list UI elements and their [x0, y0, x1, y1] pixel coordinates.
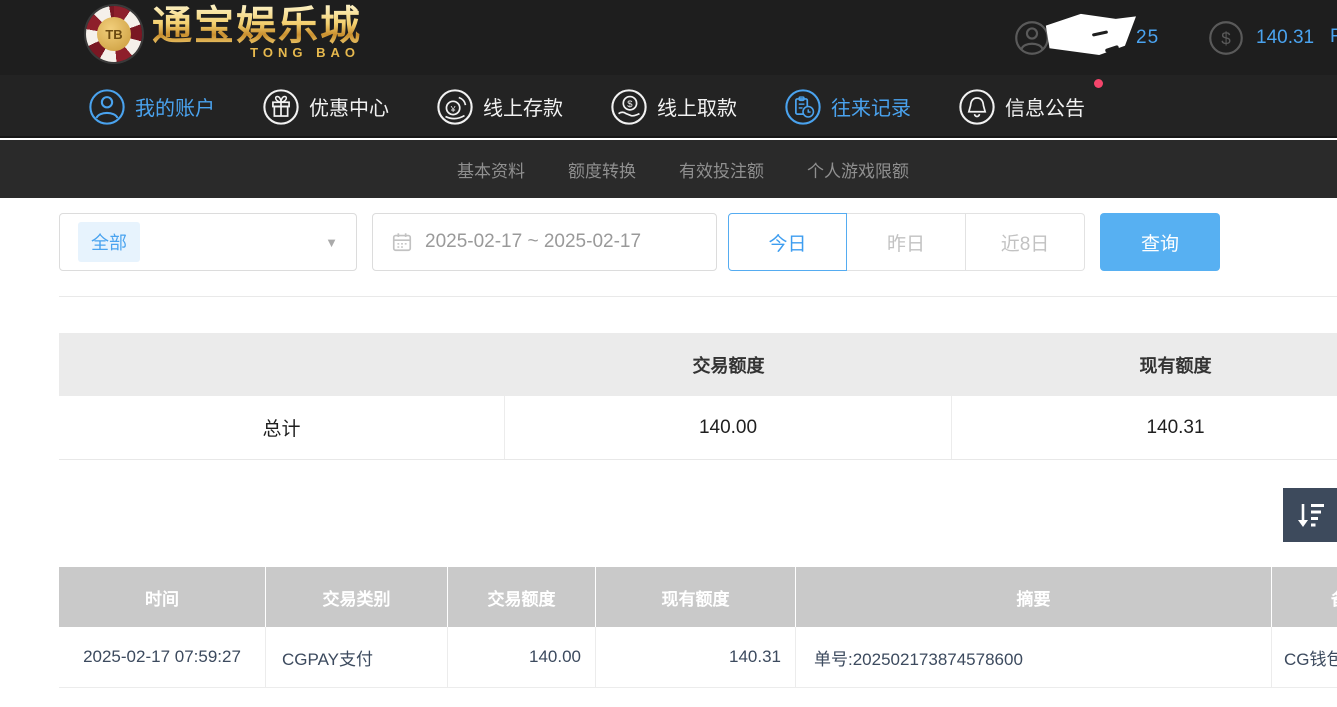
sort-descending-icon [1293, 498, 1327, 532]
tx-header-type: 交易类别 [266, 567, 448, 627]
brand-name-en: TONG BAO [250, 45, 360, 60]
subnav-item-credit-transfer[interactable]: 额度转换 [568, 157, 636, 182]
subnav-item-game-limits[interactable]: 个人游戏限额 [807, 157, 909, 182]
divider [59, 296, 1337, 297]
chip-tb-text: TB [97, 17, 131, 51]
tx-header-current-amount: 现有额度 [596, 567, 796, 627]
top-header-bar: TB 通宝娱乐城 TONG BAO 25 $ 140.31 R [0, 0, 1337, 75]
balance-amount: 140.31 [1256, 27, 1314, 49]
site-logo[interactable]: TB 通宝娱乐城 TONG BAO [86, 4, 362, 62]
records-clipboard-icon [784, 88, 822, 126]
tx-trade-amount: 140.00 [448, 627, 596, 687]
nav-label: 线上存款 [483, 92, 563, 121]
date-range-input[interactable]: 2025-02-17 ~ 2025-02-17 [372, 213, 717, 271]
transactions-table-header: 时间 交易类别 交易额度 现有额度 摘要 备注 [59, 567, 1337, 627]
sub-navigation: 基本资料 额度转换 有效投注额 个人游戏限额 [0, 140, 1337, 198]
nav-label: 信息公告 [1005, 92, 1085, 121]
svg-text:¥: ¥ [450, 103, 456, 113]
nav-label: 优惠中心 [309, 92, 389, 121]
main-navigation: 我的账户 优惠中心 ¥ 线上存款 [0, 75, 1337, 138]
svg-text:$: $ [627, 99, 633, 110]
notification-dot [1094, 79, 1103, 88]
nav-label: 我的账户 [135, 92, 215, 121]
dollar-coin-icon: $ [1208, 20, 1244, 56]
summary-header-trade-amount: 交易额度 [505, 333, 952, 396]
gift-icon [262, 88, 300, 126]
chevron-down-icon: ▼ [325, 235, 338, 250]
deposit-coin-hand-icon: ¥ [436, 88, 474, 126]
summary-table-header: 交易额度 现有额度 [59, 333, 1337, 396]
subnav-item-valid-bets[interactable]: 有效投注额 [679, 157, 764, 182]
account-balance[interactable]: $ 140.31 [1208, 0, 1314, 75]
date-range-value: 2025-02-17 ~ 2025-02-17 [425, 231, 641, 253]
tx-header-remark: 备注 [1272, 567, 1337, 627]
yesterday-button[interactable]: 昨日 [847, 213, 966, 271]
user-icon [88, 88, 126, 126]
username-visible-part: 25 [1136, 27, 1159, 49]
query-button[interactable]: 查询 [1100, 213, 1220, 271]
summary-table: 交易额度 现有额度 总计 140.00 140.31 [59, 333, 1337, 460]
nav-label: 线上取款 [657, 92, 737, 121]
transaction-row: 2025-02-17 07:59:27 CGPAY支付 140.00 140.3… [59, 627, 1337, 688]
summary-total-label: 总计 [59, 396, 505, 459]
summary-header-current-amount: 现有额度 [952, 333, 1337, 396]
summary-trade-amount-value: 140.00 [505, 396, 952, 459]
tx-header-time: 时间 [59, 567, 266, 627]
summary-total-row: 总计 140.00 140.31 [59, 396, 1337, 460]
svg-text:$: $ [1221, 29, 1231, 48]
withdraw-coin-hand-icon: $ [610, 88, 648, 126]
calendar-icon [391, 231, 413, 253]
tx-header-summary: 摘要 [796, 567, 1272, 627]
subnav-item-basic-info[interactable]: 基本资料 [457, 157, 525, 182]
nav-item-withdraw[interactable]: $ 线上取款 [610, 88, 737, 126]
tx-header-trade-amount: 交易额度 [448, 567, 596, 627]
nav-item-transaction-records[interactable]: 往来记录 [784, 88, 911, 126]
tx-summary: 单号:202502173874578600 [796, 627, 1272, 687]
bell-icon [958, 88, 996, 126]
nav-item-my-account[interactable]: 我的账户 [88, 88, 215, 126]
user-avatar-icon [1014, 20, 1050, 56]
tx-current-amount: 140.31 [596, 627, 796, 687]
summary-current-amount-value: 140.31 [952, 396, 1337, 459]
nav-item-promotions[interactable]: 优惠中心 [262, 88, 389, 126]
transactions-table: 时间 交易类别 交易额度 现有额度 摘要 备注 2025-02-17 07:59… [59, 567, 1337, 688]
brand-name-cn: 通宝娱乐城 [152, 4, 362, 48]
tx-time: 2025-02-17 07:59:27 [59, 627, 266, 687]
tx-type: CGPAY支付 [266, 627, 448, 687]
nav-label: 往来记录 [831, 92, 911, 121]
selected-type-tag: 全部 [78, 222, 140, 262]
poker-chip-icon: TB [86, 6, 142, 62]
balance-cutoff-glyph: R [1330, 26, 1337, 48]
nav-item-deposit[interactable]: ¥ 线上存款 [436, 88, 563, 126]
summary-header-empty [59, 333, 505, 396]
last-8-days-button[interactable]: 近8日 [966, 213, 1085, 271]
tx-remark: CG钱包 [1272, 627, 1337, 687]
today-button[interactable]: 今日 [728, 213, 847, 271]
quick-date-button-group: 今日 昨日 近8日 [728, 213, 1085, 271]
sort-descending-button[interactable] [1283, 488, 1337, 542]
nav-item-announcements[interactable]: 信息公告 [958, 88, 1085, 126]
transaction-type-select[interactable]: 全部 ▼ [59, 213, 357, 271]
